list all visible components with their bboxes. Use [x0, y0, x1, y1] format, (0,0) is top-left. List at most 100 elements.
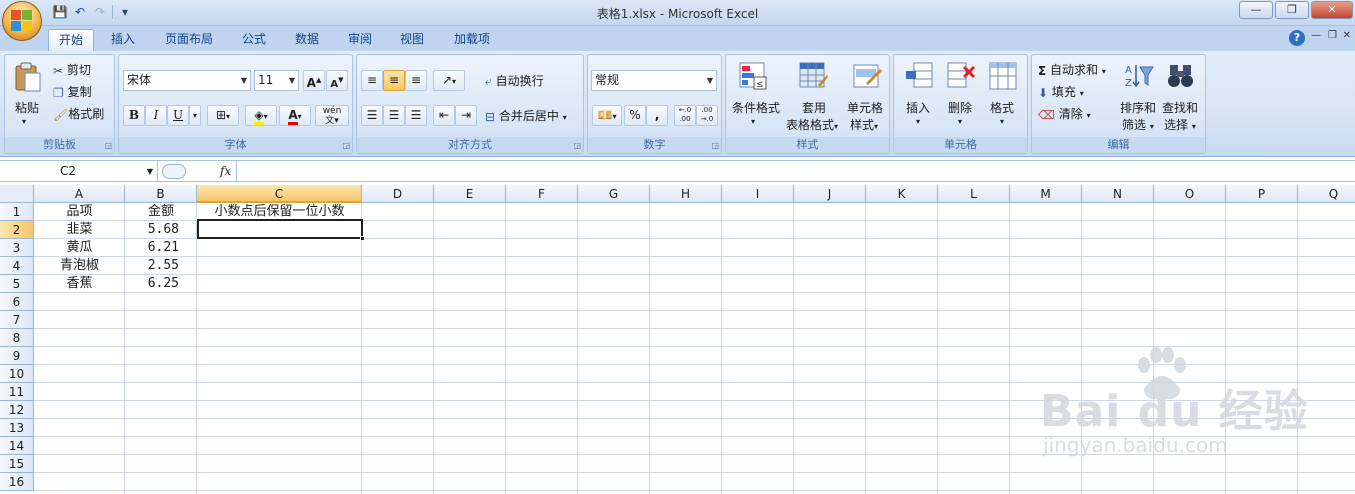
paste-dropdown-icon[interactable]: ▾ [22, 117, 26, 126]
column-header-l[interactable]: L [938, 185, 1010, 203]
alignment-launcher-icon[interactable]: ◲ [573, 141, 581, 150]
format-cells-icon[interactable] [988, 61, 1020, 93]
clear-button[interactable]: ⌫ 清除 ▾ [1038, 105, 1091, 122]
conditional-format-icon[interactable]: ≤ [738, 61, 770, 93]
font-color-button[interactable]: A▾ [279, 105, 311, 126]
tab-view[interactable]: 视图 [390, 29, 434, 51]
close-button[interactable]: ✕ [1311, 1, 1353, 19]
column-header-d[interactable]: D [362, 185, 434, 203]
conditional-format-button[interactable]: 条件格式 [732, 99, 780, 116]
restore-button[interactable]: ❐ [1275, 1, 1309, 19]
sort-filter-icon[interactable]: AZ [1124, 61, 1156, 93]
row-header-14[interactable]: 14 [0, 437, 34, 455]
minimize-button[interactable]: — [1239, 1, 1273, 19]
formula-collapse-icon[interactable] [162, 164, 186, 179]
italic-button[interactable]: I [145, 105, 167, 126]
align-top-button[interactable]: ≡ [361, 70, 383, 91]
font-name-combo[interactable]: 宋体 ▼ [123, 70, 251, 91]
tab-addins[interactable]: 加载项 [444, 29, 500, 51]
fill-button[interactable]: ⬇ 填充 ▾ [1038, 83, 1084, 100]
align-left-button[interactable]: ☰ [361, 105, 383, 126]
formula-input[interactable] [236, 161, 1351, 182]
font-launcher-icon[interactable]: ◲ [342, 141, 350, 150]
number-launcher-icon[interactable]: ◲ [711, 141, 719, 150]
copy-button[interactable]: ❐ 复制 [53, 83, 92, 100]
format-as-table-button[interactable]: 表格格式▾ [786, 116, 838, 133]
comma-button[interactable]: , [646, 105, 668, 126]
cell-b2[interactable]: 5.68 [125, 221, 197, 239]
workbook-restore-icon[interactable]: ❐ [1328, 30, 1337, 41]
underline-button[interactable]: U [167, 105, 189, 126]
row-header-3[interactable]: 3 [0, 239, 34, 257]
insert-function-button[interactable]: fx [220, 164, 231, 178]
align-center-button[interactable]: ☰ [383, 105, 405, 126]
phonetic-button[interactable]: wén 文▾ [315, 105, 349, 126]
format-button[interactable]: 格式 [990, 99, 1014, 116]
autosum-button[interactable]: Σ 自动求和 ▾ [1038, 61, 1106, 78]
row-header-13[interactable]: 13 [0, 419, 34, 437]
column-header-m[interactable]: M [1010, 185, 1082, 203]
select-all-corner[interactable] [0, 185, 34, 203]
cell-b3[interactable]: 6.21 [125, 239, 197, 257]
merge-center-button[interactable]: ⊟ 合并后居中 ▾ [485, 107, 567, 124]
tab-review[interactable]: 审阅 [338, 29, 382, 51]
tab-page-layout[interactable]: 页面布局 [156, 29, 222, 51]
cut-button[interactable]: ✂ 剪切 [53, 61, 91, 78]
column-header-q[interactable]: Q [1298, 185, 1355, 203]
align-middle-button[interactable]: ≡ [383, 70, 405, 91]
tab-home[interactable]: 开始 [48, 29, 94, 51]
paste-icon[interactable] [13, 61, 45, 93]
decrease-indent-button[interactable]: ⇤ [433, 105, 455, 126]
workbook-close-icon[interactable]: ✕ [1343, 30, 1351, 41]
column-header-i[interactable]: I [722, 185, 794, 203]
wrap-text-button[interactable]: ⤶ 自动换行 [485, 72, 544, 89]
row-header-10[interactable]: 10 [0, 365, 34, 383]
cell-a2[interactable]: 韭菜 [34, 221, 125, 239]
column-header-h[interactable]: H [650, 185, 722, 203]
underline-dropdown-icon[interactable]: ▾ [189, 105, 201, 126]
delete-button[interactable]: 删除 [948, 99, 972, 116]
delete-cells-icon[interactable] [946, 61, 978, 93]
tab-insert[interactable]: 插入 [100, 29, 146, 51]
cell-styles-icon[interactable] [852, 61, 884, 93]
chevron-down-icon[interactable]: ▾ [1000, 117, 1004, 126]
align-right-button[interactable]: ☰ [405, 105, 427, 126]
help-icon[interactable]: ? [1289, 30, 1305, 46]
cell-b5[interactable]: 6.25 [125, 275, 197, 293]
cell-styles-line1[interactable]: 单元格 [847, 99, 883, 116]
tab-data[interactable]: 数据 [285, 29, 329, 51]
number-format-combo[interactable]: 常规 ▼ [591, 70, 717, 91]
find-select-line1[interactable]: 查找和 [1162, 99, 1198, 116]
sort-filter-line1[interactable]: 排序和 [1120, 99, 1156, 116]
clipboard-launcher-icon[interactable]: ◲ [104, 141, 112, 150]
row-header-2[interactable]: 2 [0, 221, 34, 239]
row-header-16[interactable]: 16 [0, 473, 34, 491]
binoculars-icon[interactable] [1166, 61, 1198, 93]
increase-decimal-button[interactable]: ←.0.00 [674, 105, 696, 126]
format-as-table-icon[interactable] [798, 61, 830, 93]
row-header-1[interactable]: 1 [0, 203, 34, 221]
align-bottom-button[interactable]: ≡ [405, 70, 427, 91]
insert-button[interactable]: 插入 [906, 99, 930, 116]
row-header-7[interactable]: 7 [0, 311, 34, 329]
orientation-button[interactable]: ↗▾ [433, 70, 465, 91]
grow-font-button[interactable]: A▲ [303, 70, 325, 91]
column-header-o[interactable]: O [1154, 185, 1226, 203]
fill-handle[interactable] [360, 236, 365, 241]
cell-b1[interactable]: 金额 [125, 203, 197, 221]
row-header-4[interactable]: 4 [0, 257, 34, 275]
decrease-decimal-button[interactable]: .00 →.0 [696, 105, 718, 126]
column-header-g[interactable]: G [578, 185, 650, 203]
shrink-font-button[interactable]: A▼ [326, 70, 348, 91]
chevron-down-icon[interactable]: ▾ [958, 117, 962, 126]
row-header-6[interactable]: 6 [0, 293, 34, 311]
cell-styles-button[interactable]: 样式▾ [850, 116, 878, 133]
row-header-9[interactable]: 9 [0, 347, 34, 365]
column-header-n[interactable]: N [1082, 185, 1154, 203]
bold-button[interactable]: B [123, 105, 145, 126]
column-header-f[interactable]: F [506, 185, 578, 203]
tab-formulas[interactable]: 公式 [232, 29, 276, 51]
font-size-combo[interactable]: 11 ▼ [254, 70, 299, 91]
format-as-table-line1[interactable]: 套用 [802, 99, 826, 116]
cell-a1[interactable]: 品项 [34, 203, 125, 221]
